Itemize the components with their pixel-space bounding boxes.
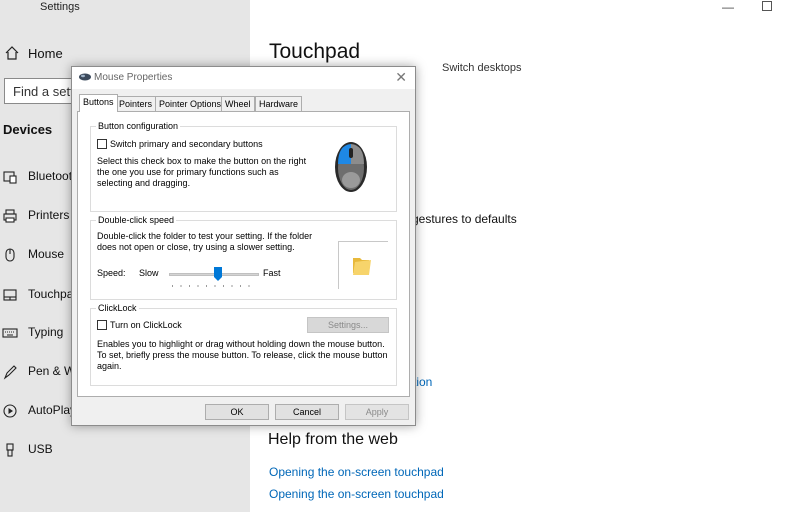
switch-buttons-checkbox[interactable] xyxy=(97,139,107,149)
group-title: Double-click speed xyxy=(96,215,177,225)
group-title: Button configuration xyxy=(96,121,181,131)
help-link[interactable]: Opening the on-screen touchpad xyxy=(269,487,444,501)
button-config-desc-3: selecting and dragging. xyxy=(97,178,191,188)
section-heading: Devices xyxy=(3,122,53,137)
pen-icon xyxy=(3,365,17,380)
window-title: Settings xyxy=(40,1,80,13)
dialog-titlebar[interactable]: Mouse Properties ✕ xyxy=(72,67,415,89)
test-folder-area[interactable] xyxy=(338,241,388,289)
sidebar-item-label: Mouse xyxy=(28,247,65,261)
mouse-icon xyxy=(5,248,15,262)
tab-wheel[interactable]: Wheel xyxy=(221,96,255,111)
home-icon xyxy=(5,46,19,60)
slow-label: Slow xyxy=(139,268,159,278)
double-click-desc-2: does not open or close, try using a slow… xyxy=(97,242,295,252)
mouse-properties-dialog: Mouse Properties ✕ Buttons Pointers Poin… xyxy=(71,66,416,426)
cancel-button[interactable]: Cancel xyxy=(275,404,339,420)
clicklock-checkbox[interactable] xyxy=(97,320,107,330)
close-icon[interactable]: ✕ xyxy=(395,69,407,86)
tab-panel: Button configuration Switch primary and … xyxy=(77,111,410,397)
folder-icon xyxy=(353,258,371,275)
clicklock-settings-button[interactable]: Settings... xyxy=(307,317,389,333)
sidebar-item-label: AutoPlay xyxy=(28,403,77,417)
dialog-title: Mouse Properties xyxy=(94,72,173,83)
double-click-desc-1: Double-click the folder to test your set… xyxy=(97,231,313,241)
sidebar-item-usb[interactable]: USB xyxy=(0,439,250,461)
maximize-button[interactable] xyxy=(762,1,772,11)
speed-slider-thumb[interactable] xyxy=(214,267,223,281)
minimize-button[interactable]: — xyxy=(722,0,734,14)
sidebar-home-label: Home xyxy=(28,46,63,61)
autoplay-icon xyxy=(3,404,17,418)
usb-icon xyxy=(6,443,14,457)
mouse-app-icon xyxy=(79,73,91,81)
group-title: ClickLock xyxy=(96,303,139,313)
sidebar-item-label: Pen & W xyxy=(28,364,76,378)
apply-button[interactable]: Apply xyxy=(345,404,409,420)
touchpad-icon xyxy=(3,289,17,301)
keyboard-icon xyxy=(2,328,18,338)
sidebar-home[interactable]: Home xyxy=(0,44,250,64)
clicklock-desc-3: again. xyxy=(97,361,122,371)
clicklock-label: Turn on ClickLock xyxy=(110,320,182,330)
clicklock-desc-1: Enables you to highlight or drag without… xyxy=(97,339,385,349)
button-config-desc-1: Select this check box to make the button… xyxy=(97,156,307,166)
button-config-desc-2: the one you use for primary functions su… xyxy=(97,167,279,177)
help-heading: Help from the web xyxy=(268,431,398,448)
switch-desktops-text: Switch desktops xyxy=(442,62,522,74)
fast-label: Fast xyxy=(263,268,281,278)
clicklock-desc-2: To set, briefly press the mouse button. … xyxy=(97,350,388,360)
reset-gestures-text: gestures to defaults xyxy=(412,212,517,226)
ok-button[interactable]: OK xyxy=(205,404,269,420)
page-title: Touchpad xyxy=(269,40,361,63)
bluetooth-icon xyxy=(3,171,17,184)
sidebar-item-label: Typing xyxy=(28,325,64,339)
printer-icon xyxy=(3,209,17,223)
help-link[interactable]: Opening the on-screen touchpad xyxy=(269,465,444,479)
tab-buttons[interactable]: Buttons xyxy=(79,94,118,112)
speed-slider-ticks xyxy=(172,285,257,287)
mouse-illustration-icon xyxy=(335,142,367,192)
tab-hardware[interactable]: Hardware xyxy=(255,96,303,111)
tab-pointer-options[interactable]: Pointer Options xyxy=(155,96,226,111)
speed-label: Speed: xyxy=(97,268,126,278)
sidebar-item-label: USB xyxy=(28,442,53,456)
tab-pointers[interactable]: Pointers xyxy=(115,96,157,111)
switch-buttons-label: Switch primary and secondary buttons xyxy=(110,139,263,149)
